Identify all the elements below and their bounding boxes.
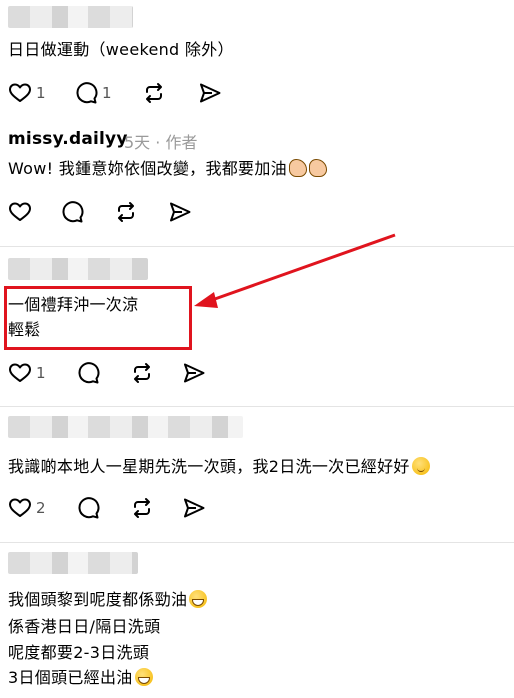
grinning-sweat-emoji-icon bbox=[189, 590, 208, 608]
relieved-face-emoji-icon bbox=[411, 457, 430, 475]
post-meta: 5天 · 作者 bbox=[124, 129, 197, 153]
divider bbox=[0, 246, 514, 247]
meta-separator: · bbox=[155, 133, 161, 152]
highlight-box bbox=[4, 286, 192, 350]
reply-count: 1 bbox=[102, 84, 112, 102]
post-text: 我識啲本地人一星期先洗一次頭，我2日洗一次已經好好 bbox=[8, 455, 430, 479]
repost-button[interactable] bbox=[142, 81, 166, 105]
like-button[interactable]: 2 bbox=[8, 496, 46, 520]
repost-icon bbox=[118, 202, 134, 222]
post-text: 係香港日日/隔日洗頭 bbox=[8, 617, 161, 636]
thread-page: 日日做運動（weekend 除外） 1 1 missy.dailyy 5天 · … bbox=[0, 0, 514, 698]
comment-icon bbox=[78, 362, 100, 384]
post-actions: 1 bbox=[8, 361, 268, 385]
like-count: 2 bbox=[36, 499, 46, 517]
blurred-username bbox=[8, 552, 138, 574]
heart-icon bbox=[9, 83, 31, 102]
heart-icon bbox=[9, 498, 31, 517]
share-button[interactable] bbox=[182, 496, 206, 520]
grinning-sweat-emoji-icon bbox=[134, 668, 153, 686]
post-time: 5天 bbox=[124, 133, 151, 152]
blurred-username bbox=[8, 416, 243, 438]
send-icon bbox=[184, 498, 205, 518]
like-count: 1 bbox=[36, 364, 46, 382]
muscle-emoji-icon bbox=[288, 159, 307, 177]
post-actions: 1 1 bbox=[8, 81, 268, 105]
reply-button[interactable] bbox=[60, 200, 84, 224]
post-actions bbox=[8, 200, 268, 224]
post-text: 日日做運動（weekend 除外） bbox=[8, 40, 234, 59]
like-button[interactable]: 1 bbox=[8, 81, 46, 105]
blurred-username bbox=[8, 258, 148, 280]
like-button[interactable] bbox=[8, 200, 32, 224]
like-button[interactable]: 1 bbox=[8, 361, 46, 385]
muscle-emoji-icon bbox=[308, 159, 327, 177]
heart-icon bbox=[9, 202, 31, 221]
share-button[interactable] bbox=[168, 200, 192, 224]
reply-button[interactable]: 1 bbox=[74, 81, 112, 105]
send-icon bbox=[184, 363, 205, 383]
share-button[interactable] bbox=[198, 81, 222, 105]
reply-button[interactable] bbox=[76, 361, 100, 385]
repost-button[interactable] bbox=[130, 496, 154, 520]
repost-icon bbox=[134, 498, 150, 518]
heart-icon bbox=[9, 363, 31, 382]
post-text: 3日個頭已經出油 bbox=[8, 666, 153, 690]
post-text: 我個頭黎到呢度都係勁油 bbox=[8, 588, 208, 612]
send-icon bbox=[170, 202, 191, 222]
post-text: Wow! 我鍾意妳依個改變，我都要加油 bbox=[8, 157, 327, 181]
comment-icon bbox=[76, 82, 98, 104]
username[interactable]: missy.dailyy bbox=[8, 129, 128, 149]
repost-icon bbox=[134, 363, 150, 383]
like-count: 1 bbox=[36, 84, 46, 102]
repost-icon bbox=[146, 83, 162, 103]
repost-button[interactable] bbox=[114, 200, 138, 224]
blurred-username bbox=[8, 6, 133, 28]
send-icon bbox=[200, 83, 221, 103]
divider bbox=[0, 542, 514, 543]
post-text: 呢度都要2-3日洗頭 bbox=[8, 643, 150, 662]
reply-button[interactable] bbox=[76, 496, 100, 520]
share-button[interactable] bbox=[182, 361, 206, 385]
comment-icon bbox=[78, 497, 100, 519]
post-actions: 2 bbox=[8, 496, 268, 520]
comment-icon bbox=[62, 201, 84, 223]
author-badge: 作者 bbox=[165, 133, 198, 152]
divider bbox=[0, 406, 514, 407]
repost-button[interactable] bbox=[130, 361, 154, 385]
